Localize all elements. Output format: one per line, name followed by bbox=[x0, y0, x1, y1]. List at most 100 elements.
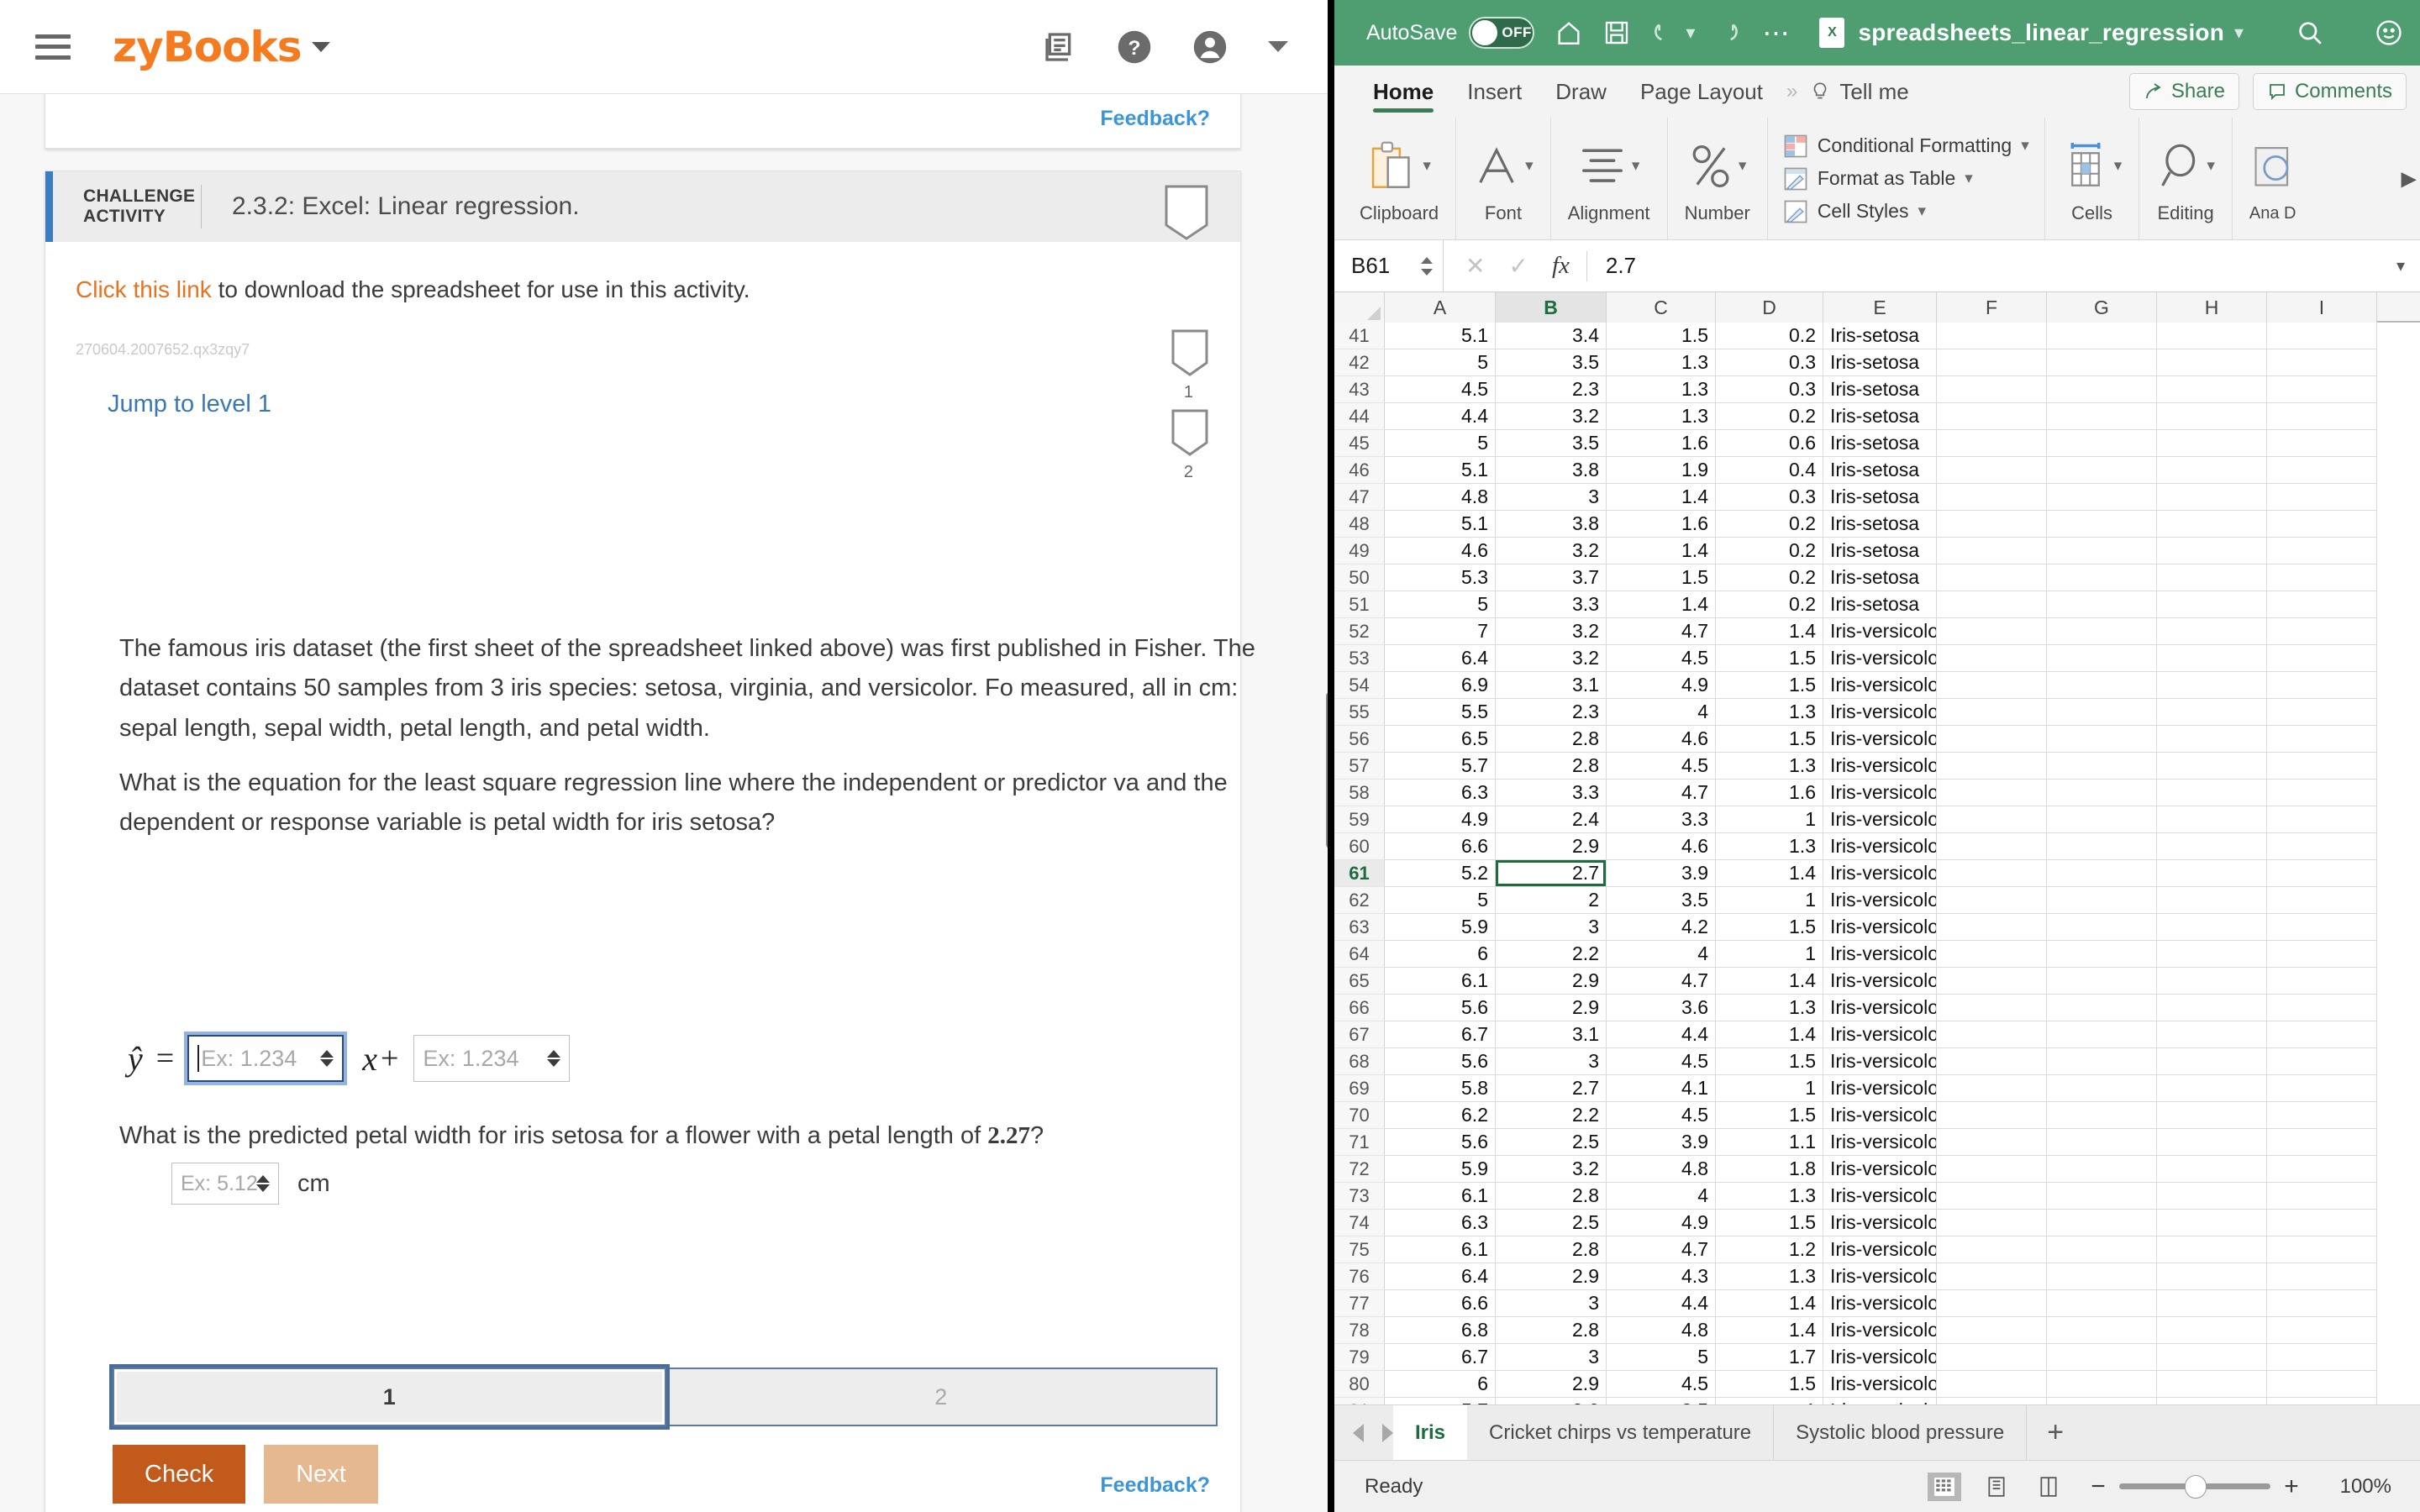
column-header-B[interactable]: B bbox=[1496, 292, 1607, 323]
column-header-H[interactable]: H bbox=[2157, 292, 2267, 323]
cell-styles-button[interactable]: Cell Styles ▾ bbox=[1783, 199, 2029, 224]
chevron-down-icon[interactable]: ▾ bbox=[2114, 156, 2123, 176]
cell-D68[interactable]: 1.5 bbox=[1716, 1048, 1823, 1075]
spinner-up-arrow-icon[interactable] bbox=[320, 1050, 334, 1058]
cell-B46[interactable]: 3.8 bbox=[1496, 457, 1607, 484]
row-header-76[interactable]: 76 bbox=[1334, 1263, 1385, 1290]
cell-A50[interactable]: 5.3 bbox=[1385, 564, 1496, 591]
cell-C61[interactable]: 3.9 bbox=[1607, 860, 1716, 887]
cell-A65[interactable]: 6.1 bbox=[1385, 968, 1496, 995]
cell-I68[interactable] bbox=[2267, 1048, 2377, 1075]
chevron-down-icon[interactable]: ▾ bbox=[1686, 22, 1695, 44]
sheet-tab-cricket-chirps[interactable]: Cricket chirps vs temperature bbox=[1467, 1404, 1775, 1461]
cell-C48[interactable]: 1.6 bbox=[1607, 511, 1716, 538]
cell-E79[interactable]: Iris-versicolor bbox=[1823, 1344, 1937, 1371]
intercept-spinner[interactable] bbox=[544, 1050, 563, 1067]
cell-I64[interactable] bbox=[2267, 941, 2377, 968]
cell-G73[interactable] bbox=[2047, 1183, 2157, 1210]
cell-G56[interactable] bbox=[2047, 726, 2157, 753]
cell-H78[interactable] bbox=[2157, 1317, 2267, 1344]
cell-G70[interactable] bbox=[2047, 1102, 2157, 1129]
cell-F50[interactable] bbox=[1937, 564, 2047, 591]
cell-H48[interactable] bbox=[2157, 511, 2267, 538]
cell-G41[interactable] bbox=[2047, 323, 2157, 349]
cell-G42[interactable] bbox=[2047, 349, 2157, 376]
cell-C66[interactable]: 3.6 bbox=[1607, 995, 1716, 1021]
cell-I74[interactable] bbox=[2267, 1210, 2377, 1236]
cell-H66[interactable] bbox=[2157, 995, 2267, 1021]
row-header-43[interactable]: 43 bbox=[1334, 376, 1385, 403]
cell-F72[interactable] bbox=[1937, 1156, 2047, 1183]
cell-G45[interactable] bbox=[2047, 430, 2157, 457]
predicted-width-input[interactable]: Ex: 5.12 bbox=[171, 1163, 279, 1205]
cell-E62[interactable]: Iris-versicolor bbox=[1823, 887, 1937, 914]
cell-B80[interactable]: 2.9 bbox=[1496, 1371, 1607, 1398]
cell-F49[interactable] bbox=[1937, 538, 2047, 564]
cell-A53[interactable]: 6.4 bbox=[1385, 645, 1496, 672]
cell-C43[interactable]: 1.3 bbox=[1607, 376, 1716, 403]
cell-B75[interactable]: 2.8 bbox=[1496, 1236, 1607, 1263]
cell-A51[interactable]: 5 bbox=[1385, 591, 1496, 618]
cell-G69[interactable] bbox=[2047, 1075, 2157, 1102]
cell-E67[interactable]: Iris-versicolor bbox=[1823, 1021, 1937, 1048]
column-header-I[interactable]: I bbox=[2267, 292, 2377, 323]
row-header-50[interactable]: 50 bbox=[1334, 564, 1385, 591]
tabs-overflow-icon[interactable]: » bbox=[1780, 80, 1804, 103]
cell-I57[interactable] bbox=[2267, 753, 2377, 780]
slope-input[interactable]: Ex: 1.234 bbox=[187, 1035, 345, 1082]
redo-icon[interactable] bbox=[1715, 19, 1742, 46]
cell-E74[interactable]: Iris-versicolor bbox=[1823, 1210, 1937, 1236]
cell-F56[interactable] bbox=[1937, 726, 2047, 753]
cell-I48[interactable] bbox=[2267, 511, 2377, 538]
cell-B62[interactable]: 2 bbox=[1496, 887, 1607, 914]
undo-icon[interactable] bbox=[1650, 19, 1677, 46]
column-header-A[interactable]: A bbox=[1385, 292, 1496, 323]
cell-C72[interactable]: 4.8 bbox=[1607, 1156, 1716, 1183]
level-bookmark-1-icon[interactable] bbox=[1171, 329, 1208, 376]
cell-C59[interactable]: 3.3 bbox=[1607, 806, 1716, 833]
cell-A61[interactable]: 5.2 bbox=[1385, 860, 1496, 887]
cell-D73[interactable]: 1.3 bbox=[1716, 1183, 1823, 1210]
name-box[interactable]: B61 bbox=[1334, 239, 1444, 292]
cell-H72[interactable] bbox=[2157, 1156, 2267, 1183]
cell-C53[interactable]: 4.5 bbox=[1607, 645, 1716, 672]
cell-A73[interactable]: 6.1 bbox=[1385, 1183, 1496, 1210]
cell-E76[interactable]: Iris-versicolor bbox=[1823, 1263, 1937, 1290]
cell-H73[interactable] bbox=[2157, 1183, 2267, 1210]
chevron-down-icon[interactable]: ▾ bbox=[1918, 202, 1926, 221]
cell-C63[interactable]: 4.2 bbox=[1607, 914, 1716, 941]
check-button[interactable]: Check bbox=[113, 1445, 246, 1504]
cell-I77[interactable] bbox=[2267, 1290, 2377, 1317]
cell-I51[interactable] bbox=[2267, 591, 2377, 618]
cell-B65[interactable]: 2.9 bbox=[1496, 968, 1607, 995]
row-header-66[interactable]: 66 bbox=[1334, 995, 1385, 1021]
spinner-down-arrow-icon[interactable] bbox=[256, 1184, 270, 1192]
cell-C68[interactable]: 4.5 bbox=[1607, 1048, 1716, 1075]
sheet-tab-nav[interactable] bbox=[1353, 1423, 1393, 1442]
cell-I76[interactable] bbox=[2267, 1263, 2377, 1290]
cell-F73[interactable] bbox=[1937, 1183, 2047, 1210]
cell-F53[interactable] bbox=[1937, 645, 2047, 672]
cell-I54[interactable] bbox=[2267, 672, 2377, 699]
cell-G67[interactable] bbox=[2047, 1021, 2157, 1048]
ribbon-group-font[interactable]: ▾ Font bbox=[1456, 118, 1551, 239]
cell-F55[interactable] bbox=[1937, 699, 2047, 726]
cell-D45[interactable]: 0.6 bbox=[1716, 430, 1823, 457]
cell-D51[interactable]: 0.2 bbox=[1716, 591, 1823, 618]
cell-F48[interactable] bbox=[1937, 511, 2047, 538]
cell-A74[interactable]: 6.3 bbox=[1385, 1210, 1496, 1236]
cell-D63[interactable]: 1.5 bbox=[1716, 914, 1823, 941]
cell-C44[interactable]: 1.3 bbox=[1607, 403, 1716, 430]
cell-D69[interactable]: 1 bbox=[1716, 1075, 1823, 1102]
cell-D60[interactable]: 1.3 bbox=[1716, 833, 1823, 860]
account-menu-chevron-icon[interactable] bbox=[1268, 41, 1288, 52]
cell-E63[interactable]: Iris-versicolor bbox=[1823, 914, 1937, 941]
row-header-80[interactable]: 80 bbox=[1334, 1371, 1385, 1398]
cell-D77[interactable]: 1.4 bbox=[1716, 1290, 1823, 1317]
cell-I73[interactable] bbox=[2267, 1183, 2377, 1210]
cell-C76[interactable]: 4.3 bbox=[1607, 1263, 1716, 1290]
cell-H67[interactable] bbox=[2157, 1021, 2267, 1048]
cell-H70[interactable] bbox=[2157, 1102, 2267, 1129]
row-header-57[interactable]: 57 bbox=[1334, 753, 1385, 780]
cell-F69[interactable] bbox=[1937, 1075, 2047, 1102]
